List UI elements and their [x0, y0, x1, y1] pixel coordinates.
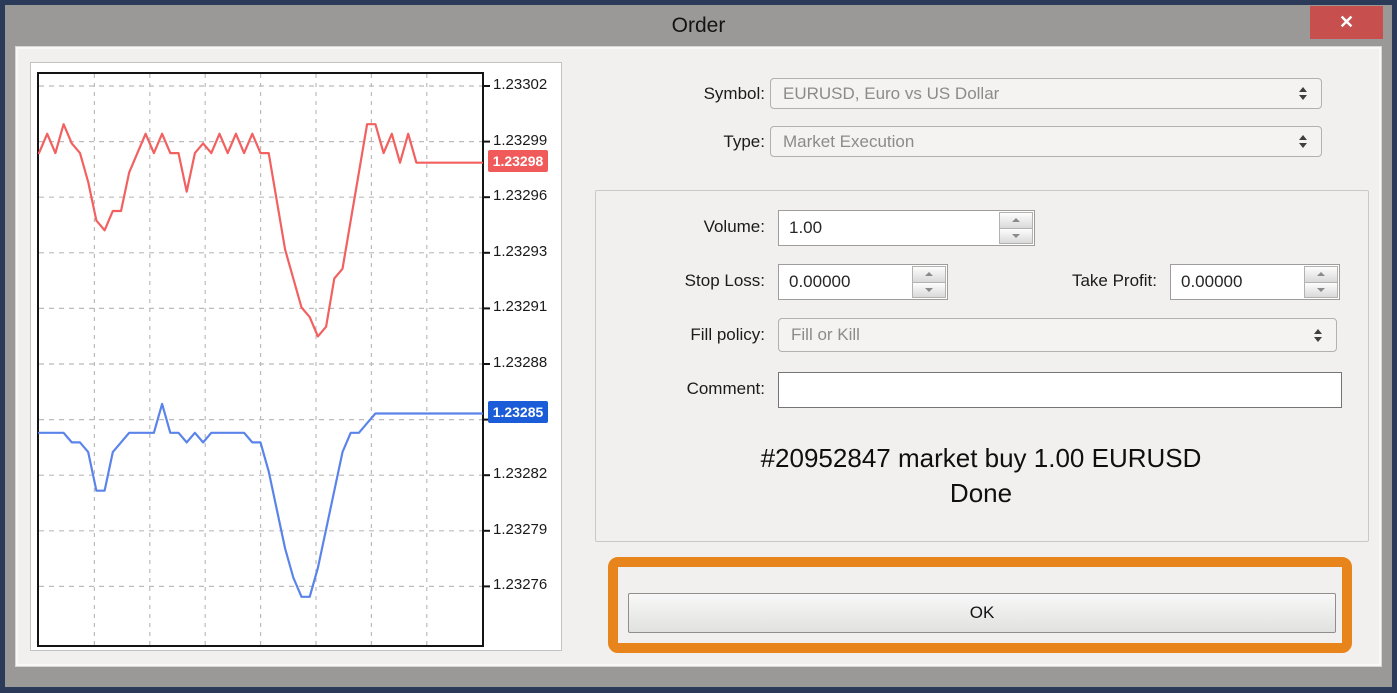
price-tick-label: 1.23282: [493, 464, 563, 484]
tick-chart-svg: [39, 74, 482, 645]
volume-input[interactable]: [779, 211, 1034, 245]
spinner-down-icon[interactable]: [912, 283, 946, 299]
symbol-select[interactable]: EURUSD, Euro vs US Dollar: [770, 78, 1322, 109]
volume-field[interactable]: [778, 210, 1035, 246]
comment-input[interactable]: [779, 373, 1341, 407]
symbol-select-value: EURUSD, Euro vs US Dollar: [783, 84, 999, 103]
volume-spinner[interactable]: [999, 212, 1033, 244]
fill-policy-label: Fill policy:: [605, 318, 765, 352]
tick-chart-panel: 1.23302 1.23299 1.23296 1.23293 1.23291 1.232…: [30, 62, 562, 651]
chevron-updown-icon: [1297, 127, 1309, 156]
comment-field[interactable]: [778, 372, 1342, 408]
spinner-up-icon[interactable]: [999, 212, 1033, 229]
symbol-label: Symbol:: [605, 78, 765, 109]
stop-loss-label: Stop Loss:: [605, 264, 765, 298]
fill-policy-value: Fill or Kill: [791, 325, 860, 344]
window-title: Order: [5, 5, 1392, 46]
chevron-updown-icon: [1312, 319, 1324, 351]
chevron-updown-icon: [1297, 79, 1309, 108]
dialog-content: 1.23302 1.23299 1.23296 1.23293 1.23291 1.232…: [15, 46, 1382, 667]
order-window: Order ✕ 1.233021.232991.232961.232931.23…: [5, 5, 1392, 687]
close-button[interactable]: ✕: [1310, 6, 1383, 39]
close-icon: ✕: [1339, 12, 1354, 33]
price-tick-label: 1.23291: [493, 297, 563, 317]
spinner-up-icon[interactable]: [1304, 266, 1338, 283]
spinner-down-icon[interactable]: [1304, 283, 1338, 299]
type-select[interactable]: Market Execution: [770, 126, 1322, 157]
price-tick-label: 1.23276: [493, 575, 563, 595]
tick-chart-plot: [37, 72, 484, 647]
fill-policy-select[interactable]: Fill or Kill: [778, 318, 1337, 352]
spinner-up-icon[interactable]: [912, 266, 946, 283]
price-tick-label: 1.23296: [493, 186, 563, 206]
comment-label: Comment:: [605, 372, 765, 406]
take-profit-spinner[interactable]: [1304, 266, 1338, 298]
take-profit-label: Take Profit:: [997, 264, 1157, 298]
ok-button[interactable]: OK: [628, 593, 1336, 633]
price-tick-label: 1.23293: [493, 242, 563, 262]
order-status-line2: Done: [595, 478, 1367, 509]
type-select-value: Market Execution: [783, 132, 914, 151]
volume-label: Volume:: [605, 210, 765, 244]
price-tick-label: 1.23299: [493, 131, 563, 151]
titlebar: Order ✕: [5, 5, 1392, 46]
spinner-down-icon[interactable]: [999, 229, 1033, 245]
ask-price-badge: 1.23298: [488, 150, 548, 172]
price-tick-label: 1.23302: [493, 75, 563, 95]
bid-price-badge: 1.23285: [488, 401, 548, 423]
type-label: Type:: [605, 126, 765, 157]
stop-loss-spinner[interactable]: [912, 266, 946, 298]
stop-loss-field[interactable]: [778, 264, 948, 300]
price-tick-label: 1.23288: [493, 353, 563, 373]
order-status-line1: #20952847 market buy 1.00 EURUSD: [595, 443, 1367, 474]
take-profit-field[interactable]: [1170, 264, 1340, 300]
price-tick-label: 1.23279: [493, 520, 563, 540]
